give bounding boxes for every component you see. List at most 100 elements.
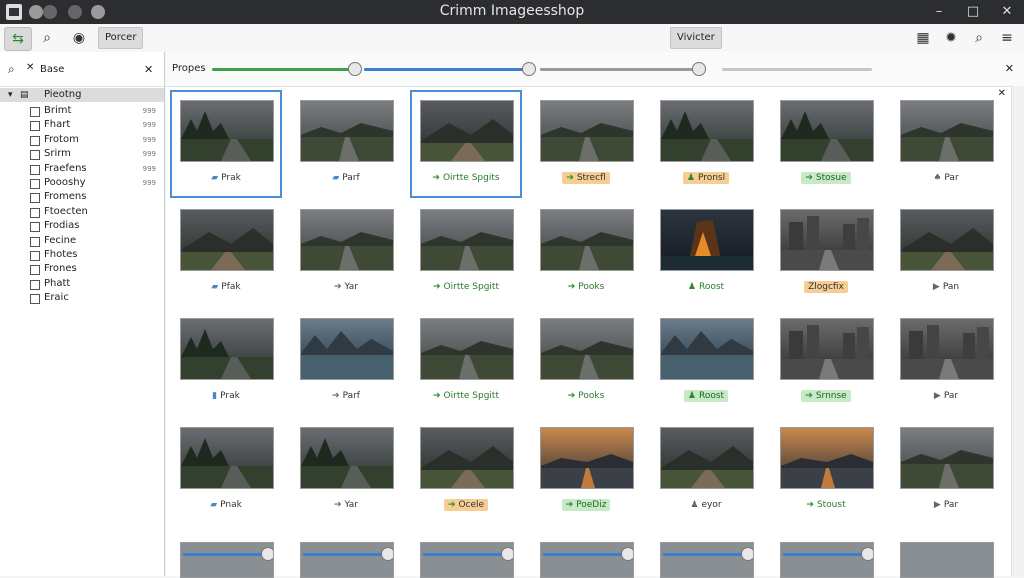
thumbnail-image[interactable] (540, 542, 634, 578)
thumbnail-image[interactable] (540, 100, 634, 162)
checkbox[interactable] (30, 179, 40, 189)
thumbnail-cell[interactable]: ♟ eyor (652, 419, 760, 523)
vertical-scrollbar[interactable] (1011, 86, 1024, 576)
thumbnail-cell[interactable]: ➔ Yar (292, 419, 400, 523)
thumbnail-image[interactable] (420, 209, 514, 271)
thumbnail-image[interactable] (300, 209, 394, 271)
sidebar-item[interactable]: Frotom 999 (0, 133, 164, 147)
slider-knob[interactable] (692, 62, 707, 76)
close-button[interactable]: ✕ (992, 2, 1022, 22)
slider-knob[interactable] (861, 547, 873, 561)
thumbnail-image[interactable] (180, 318, 274, 380)
green-arrows-icon[interactable]: ⇆ (4, 27, 32, 51)
sidebar-item[interactable]: Fecine (0, 234, 164, 248)
checkbox[interactable] (30, 294, 40, 305)
maximize-button[interactable]: □ (958, 2, 988, 22)
thumbnail-image[interactable] (780, 209, 874, 271)
thumbnail-image[interactable] (780, 318, 874, 380)
sidebar-item[interactable]: Fromens (0, 190, 164, 204)
thumbnail-cell[interactable]: ▶ Pan (892, 201, 1000, 305)
thumbnail-cell[interactable]: ♟ Pronsl (652, 92, 760, 196)
thumbnail-image[interactable] (300, 318, 394, 380)
thumbnail-cell[interactable]: ➔ Strecfl (532, 92, 640, 196)
thumbnail-image[interactable] (780, 427, 874, 489)
close-icon[interactable]: ✕ (144, 63, 153, 76)
property-slider[interactable] (212, 62, 362, 76)
thumbnail-image[interactable] (300, 427, 394, 489)
thumbnail-cell[interactable]: ➔ Ocele (412, 419, 520, 523)
sidebar-item[interactable]: Srirm 999 (0, 147, 164, 161)
slider-knob[interactable] (348, 62, 362, 76)
thumbnail-image[interactable] (540, 209, 634, 271)
thumbnail-cell[interactable]: ▰ Pnak (172, 419, 280, 523)
thumbnail-image[interactable] (660, 427, 754, 489)
property-slider[interactable] (722, 68, 872, 71)
thumbnail-image[interactable] (180, 427, 274, 489)
thumbnail-image[interactable] (900, 209, 994, 271)
sidebar-item[interactable]: Eraic (0, 291, 164, 305)
gear-icon[interactable]: ✹ (938, 27, 964, 49)
thumbnail-cell[interactable]: ➔ Stosue (772, 92, 880, 196)
thumbnail-cell[interactable]: ▮ Prak (172, 310, 280, 414)
sidebar-item[interactable]: Fraefens 999 (0, 162, 164, 176)
sidebar-search-input[interactable]: Base (40, 64, 64, 75)
thumbnail-image[interactable] (540, 427, 634, 489)
thumbnail-image[interactable] (180, 209, 274, 271)
slider-knob[interactable] (621, 547, 633, 561)
search-icon[interactable]: ⌕ (966, 27, 992, 49)
thumbnail-image[interactable] (660, 318, 754, 380)
vivicter-button[interactable]: Vivicter (670, 27, 722, 49)
thumbnail-image[interactable] (420, 100, 514, 162)
thumbnail-cell[interactable]: ➔ Yar (292, 201, 400, 305)
checkbox[interactable] (30, 164, 40, 175)
sidebar-item[interactable]: Frones (0, 262, 164, 276)
checkbox[interactable] (30, 107, 40, 117)
property-slider[interactable] (540, 62, 707, 76)
thumbnail-image[interactable] (180, 542, 274, 578)
thumbnail-cell[interactable]: ➔ Stoust (772, 419, 880, 523)
thumbnail-cell[interactable]: ▰ Pfak (172, 201, 280, 305)
thumbnail-image[interactable] (300, 542, 394, 578)
sidebar-item[interactable]: Frodias (0, 219, 164, 233)
thumbnail-image[interactable] (780, 100, 874, 162)
sidebar-item[interactable]: Poooshy 999 (0, 176, 164, 190)
sidebar-item[interactable]: Fhotes (0, 248, 164, 262)
close-icon[interactable]: ✕ (1005, 62, 1014, 75)
thumbnail-image[interactable] (780, 542, 874, 578)
sidebar-item[interactable]: Ftoecten (0, 205, 164, 219)
eye-icon[interactable]: ◉ (66, 27, 92, 49)
thumbnail-cell[interactable]: ♟ Roost (652, 201, 760, 305)
thumbnail-image[interactable] (420, 318, 514, 380)
thumbnail-cell[interactable]: Zlogcfix (772, 201, 880, 305)
slider-knob[interactable] (501, 547, 513, 561)
slider-knob[interactable] (261, 547, 273, 561)
thumbnail-cell[interactable]: ♟ Roost (652, 310, 760, 414)
minimize-button[interactable]: – (924, 2, 954, 22)
thumbnail-cell[interactable]: ♠ Par (892, 92, 1000, 196)
checkbox[interactable] (30, 265, 40, 276)
sidebar-item[interactable]: Phatt (0, 277, 164, 291)
thumbnail-cell[interactable]: ▶ Par (892, 419, 1000, 523)
thumbnail-cell[interactable]: ▰ Prak (170, 90, 282, 198)
slider-knob[interactable] (522, 62, 536, 76)
thumbnail-image[interactable] (540, 318, 634, 380)
thumbnail-cell[interactable]: ➔ Oirtte Spgits (410, 90, 522, 198)
thumbnail-image[interactable] (660, 209, 754, 271)
thumbnail-cell[interactable]: ➔ Parf (292, 310, 400, 414)
checkbox[interactable] (30, 222, 40, 233)
thumbnail-cell[interactable]: ➔ PoeDiz (532, 419, 640, 523)
checkbox[interactable] (30, 251, 40, 261)
thumbnail-cell[interactable]: ➔ Oirtte Spgitt (412, 310, 520, 414)
thumbnail-image[interactable] (420, 542, 514, 578)
menu-icon[interactable]: ≡ (994, 27, 1020, 49)
thumbnail-image[interactable] (300, 100, 394, 162)
checkbox[interactable] (30, 150, 40, 161)
porcer-button[interactable]: Porcer (98, 27, 144, 49)
sidebar-item[interactable]: Brimt 999 (0, 104, 164, 118)
thumbnail-image[interactable] (660, 542, 754, 578)
checkbox[interactable] (30, 121, 40, 132)
thumbnail-cell[interactable]: ➔ Oirtte Spgitt (412, 201, 520, 305)
property-slider[interactable] (364, 62, 536, 76)
sidebar-item[interactable]: Fhart 999 (0, 118, 164, 132)
thumbnail-image[interactable] (660, 100, 754, 162)
